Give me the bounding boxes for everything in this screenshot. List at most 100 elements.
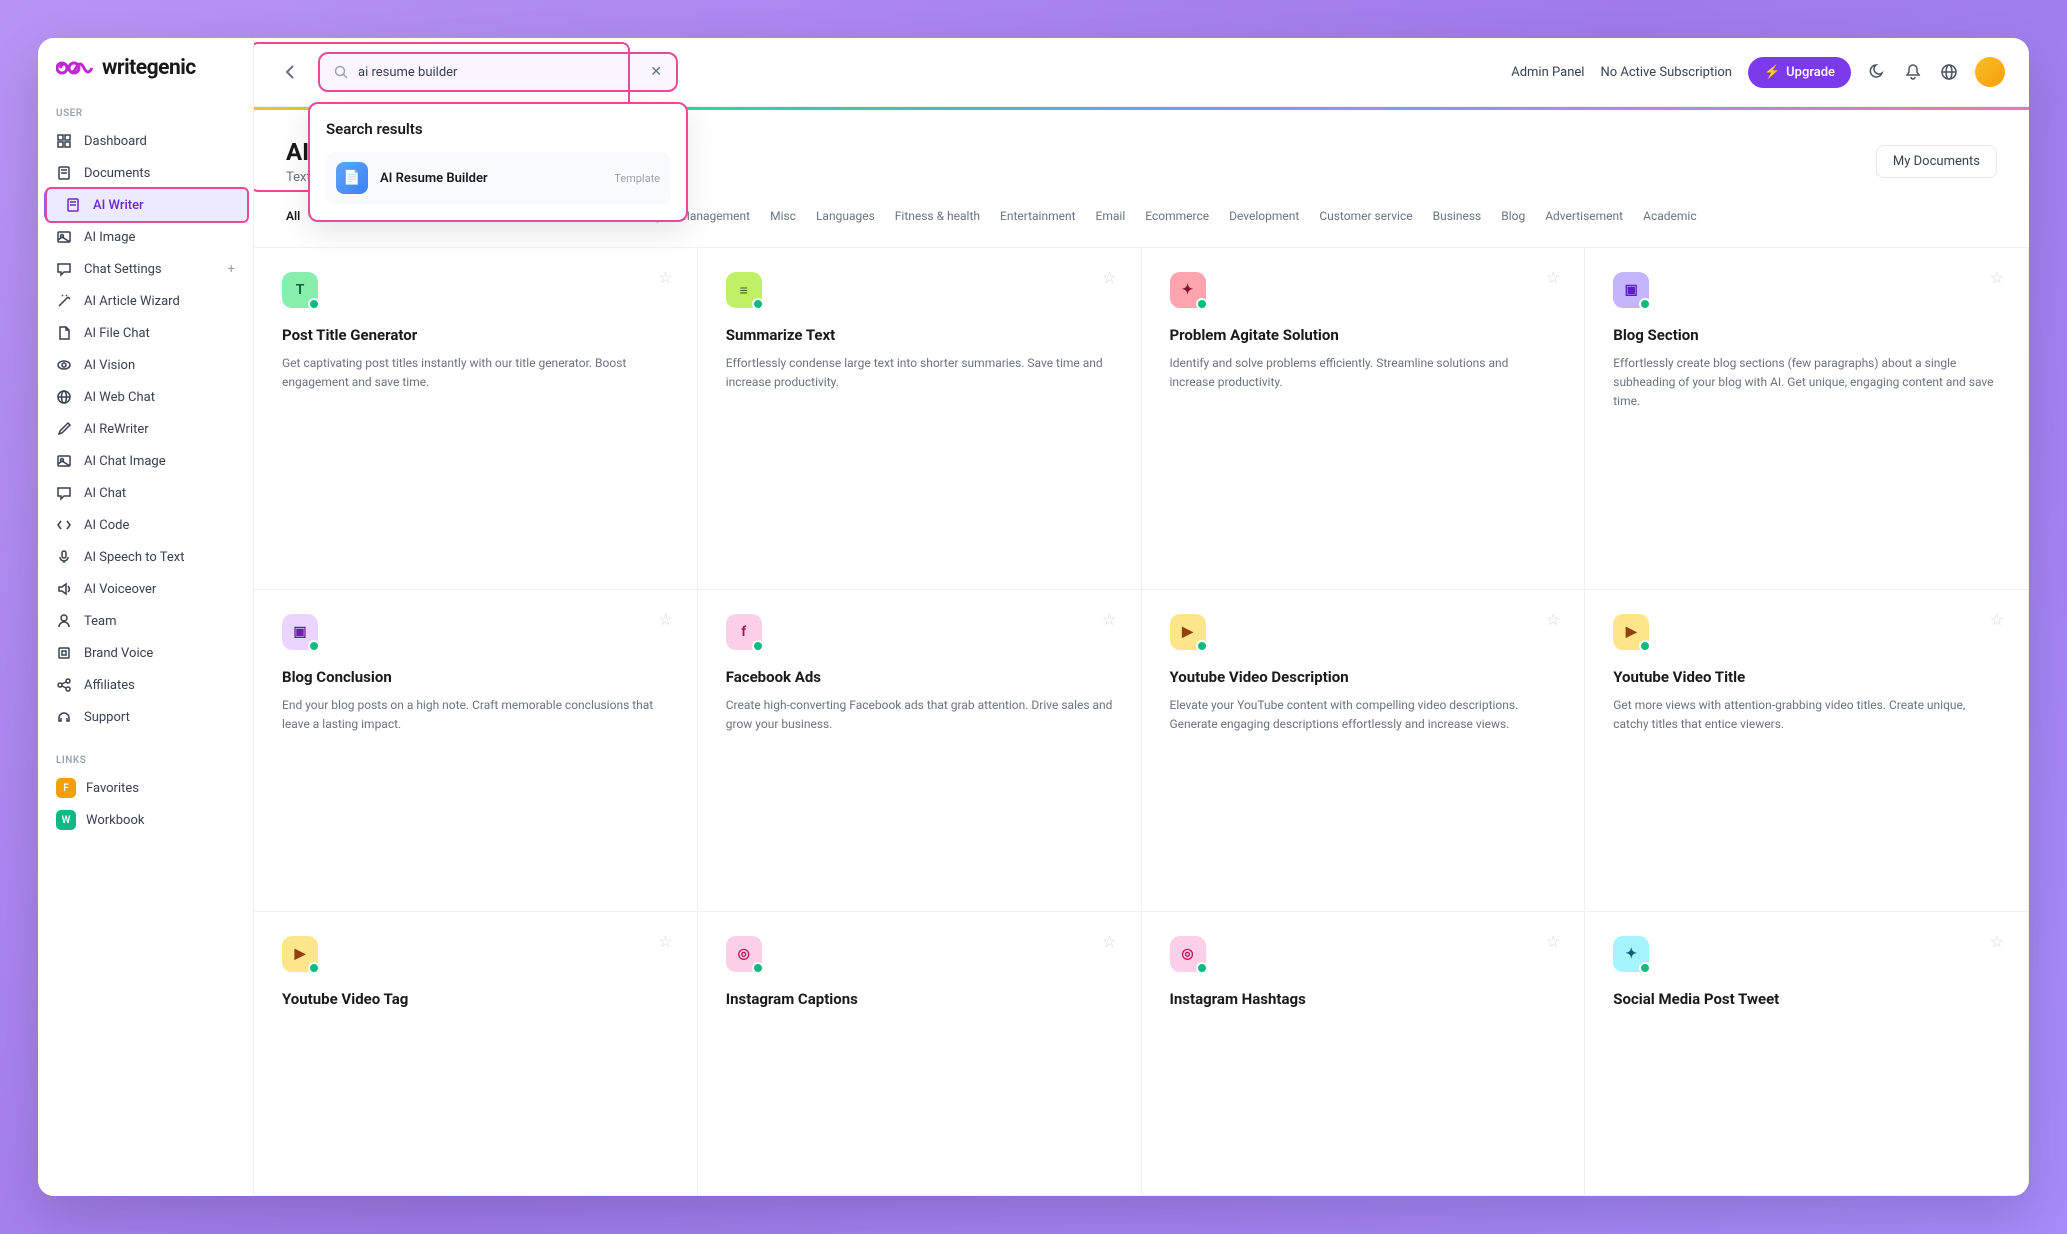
- template-card[interactable]: ☆ ≡ Summarize Text Effortlessly condense…: [698, 248, 1142, 590]
- sidebar-item-dashboard[interactable]: Dashboard: [38, 125, 253, 157]
- template-card[interactable]: ☆ f Facebook Ads Create high-converting …: [698, 590, 1142, 912]
- sidebar-item-ai-vision[interactable]: AI Vision: [38, 349, 253, 381]
- template-grid: ☆ T Post Title Generator Get captivating…: [254, 248, 2029, 1196]
- sidebar-item-ai-rewriter[interactable]: AI ReWriter: [38, 413, 253, 445]
- sidebar-item-support[interactable]: Support: [38, 701, 253, 733]
- star-icon[interactable]: ☆: [1102, 610, 1116, 629]
- template-card[interactable]: ☆ T Post Title Generator Get captivating…: [254, 248, 698, 590]
- filter-customer-service[interactable]: Customer service: [1319, 205, 1412, 227]
- link-workbook[interactable]: WWorkbook: [38, 804, 253, 836]
- sidebar-item-affiliates[interactable]: Affiliates: [38, 669, 253, 701]
- filter-business[interactable]: Business: [1433, 205, 1482, 227]
- sidebar-item-ai-file-chat[interactable]: AI File Chat: [38, 317, 253, 349]
- sidebar-item-label: AI Vision: [84, 358, 135, 373]
- sidebar-item-ai-voiceover[interactable]: AI Voiceover: [38, 573, 253, 605]
- filter-blog[interactable]: Blog: [1501, 205, 1525, 227]
- language-button[interactable]: [1939, 62, 1959, 82]
- filter-email[interactable]: Email: [1096, 205, 1126, 227]
- headset-icon: [56, 709, 72, 725]
- sidebar-item-ai-code[interactable]: AI Code: [38, 509, 253, 541]
- star-icon[interactable]: ☆: [1990, 268, 2004, 287]
- theme-toggle[interactable]: [1867, 62, 1887, 82]
- filter-misc[interactable]: Misc: [770, 205, 796, 227]
- star-icon[interactable]: ☆: [1546, 932, 1560, 951]
- filter-development[interactable]: Development: [1229, 205, 1299, 227]
- sidebar-item-ai-image[interactable]: AI Image: [38, 221, 253, 253]
- card-title: Instagram Captions: [726, 990, 1113, 1008]
- filter-languages[interactable]: Languages: [816, 205, 875, 227]
- link-label: Favorites: [86, 781, 139, 796]
- search-box[interactable]: ✕: [318, 52, 678, 92]
- filter-fitness-health[interactable]: Fitness & health: [895, 205, 980, 227]
- my-documents-button[interactable]: My Documents: [1876, 145, 1997, 178]
- sidebar-item-label: AI Web Chat: [84, 390, 155, 405]
- template-card[interactable]: ☆ ◎ Instagram Captions: [698, 912, 1142, 1196]
- upgrade-button[interactable]: ⚡ Upgrade: [1748, 57, 1851, 88]
- edit-icon: [56, 421, 72, 437]
- sidebar-item-brand-voice[interactable]: Brand Voice: [38, 637, 253, 669]
- card-icon: ≡: [726, 272, 762, 308]
- document-icon: 📄: [336, 162, 368, 194]
- sidebar-item-label: AI Image: [84, 230, 135, 245]
- template-card[interactable]: ☆ ▣ Blog Conclusion End your blog posts …: [254, 590, 698, 912]
- file-icon: [56, 325, 72, 341]
- logo[interactable]: writegenic: [38, 56, 253, 100]
- template-card[interactable]: ☆ ▣ Blog Section Effortlessly create blo…: [1585, 248, 2029, 590]
- card-icon: T: [282, 272, 318, 308]
- filter-ecommerce[interactable]: Ecommerce: [1145, 205, 1209, 227]
- template-card[interactable]: ☆ ◎ Instagram Hashtags: [1142, 912, 1586, 1196]
- star-icon[interactable]: ☆: [1990, 610, 2004, 629]
- card-description: Identify and solve problems efficiently.…: [1170, 354, 1557, 392]
- brand-icon: [56, 645, 72, 661]
- search-results-heading: Search results: [326, 120, 670, 138]
- filter-academic[interactable]: Academic: [1643, 205, 1697, 227]
- star-icon[interactable]: ☆: [1102, 932, 1116, 951]
- globe-icon: [56, 389, 72, 405]
- avatar[interactable]: [1975, 57, 2005, 87]
- search-result-tag: Template: [614, 172, 660, 185]
- bolt-icon: ⚡: [1764, 65, 1780, 80]
- filter-advertisement[interactable]: Advertisement: [1545, 205, 1623, 227]
- star-icon[interactable]: ☆: [1546, 610, 1560, 629]
- template-card[interactable]: ☆ ▶ Youtube Video Title Get more views w…: [1585, 590, 2029, 912]
- sidebar-item-ai-chat[interactable]: AI Chat: [38, 477, 253, 509]
- search-result-item[interactable]: 📄 AI Resume Builder Template: [326, 152, 670, 204]
- sidebar-item-ai-writer[interactable]: AI Writer: [44, 189, 247, 221]
- back-button[interactable]: [278, 60, 302, 84]
- filter-entertainment[interactable]: Entertainment: [1000, 205, 1076, 227]
- link-badge: F: [56, 778, 76, 798]
- sidebar-item-ai-article-wizard[interactable]: AI Article Wizard: [38, 285, 253, 317]
- search-clear-button[interactable]: ✕: [650, 64, 662, 80]
- link-label: Workbook: [86, 813, 144, 828]
- star-icon[interactable]: ☆: [1102, 268, 1116, 287]
- template-card[interactable]: ☆ ▶ Youtube Video Tag: [254, 912, 698, 1196]
- sidebar-item-ai-web-chat[interactable]: AI Web Chat: [38, 381, 253, 413]
- card-description: Elevate your YouTube content with compel…: [1170, 696, 1557, 734]
- plus-icon[interactable]: +: [228, 262, 235, 277]
- star-icon[interactable]: ☆: [1990, 932, 2004, 951]
- card-icon: ◎: [1170, 936, 1206, 972]
- card-title: Problem Agitate Solution: [1170, 326, 1557, 344]
- card-title: Blog Section: [1613, 326, 2000, 344]
- star-icon[interactable]: ☆: [658, 268, 672, 287]
- star-icon[interactable]: ☆: [658, 610, 672, 629]
- sidebar-item-team[interactable]: Team: [38, 605, 253, 637]
- link-favorites[interactable]: F Favorites: [38, 772, 253, 804]
- template-card[interactable]: ☆ ✦ Problem Agitate Solution Identify an…: [1142, 248, 1586, 590]
- sidebar-item-ai-speech-to-text[interactable]: AI Speech to Text: [38, 541, 253, 573]
- admin-panel-link[interactable]: Admin Panel: [1511, 65, 1584, 80]
- star-icon[interactable]: ☆: [658, 932, 672, 951]
- template-card[interactable]: ☆ ▶ Youtube Video Description Elevate yo…: [1142, 590, 1586, 912]
- card-description: Create high-converting Facebook ads that…: [726, 696, 1113, 734]
- sidebar-item-label: AI ReWriter: [84, 422, 149, 437]
- subscription-status[interactable]: No Active Subscription: [1600, 65, 1732, 80]
- search-input[interactable]: [358, 65, 640, 80]
- sidebar-item-documents[interactable]: Documents: [38, 157, 253, 189]
- notifications-button[interactable]: [1903, 62, 1923, 82]
- card-title: Instagram Hashtags: [1170, 990, 1557, 1008]
- filter-all[interactable]: All: [286, 205, 300, 227]
- template-card[interactable]: ☆ ✦ Social Media Post Tweet: [1585, 912, 2029, 1196]
- star-icon[interactable]: ☆: [1546, 268, 1560, 287]
- sidebar-item-ai-chat-image[interactable]: AI Chat Image: [38, 445, 253, 477]
- sidebar-item-chat-settings[interactable]: Chat Settings+: [38, 253, 253, 285]
